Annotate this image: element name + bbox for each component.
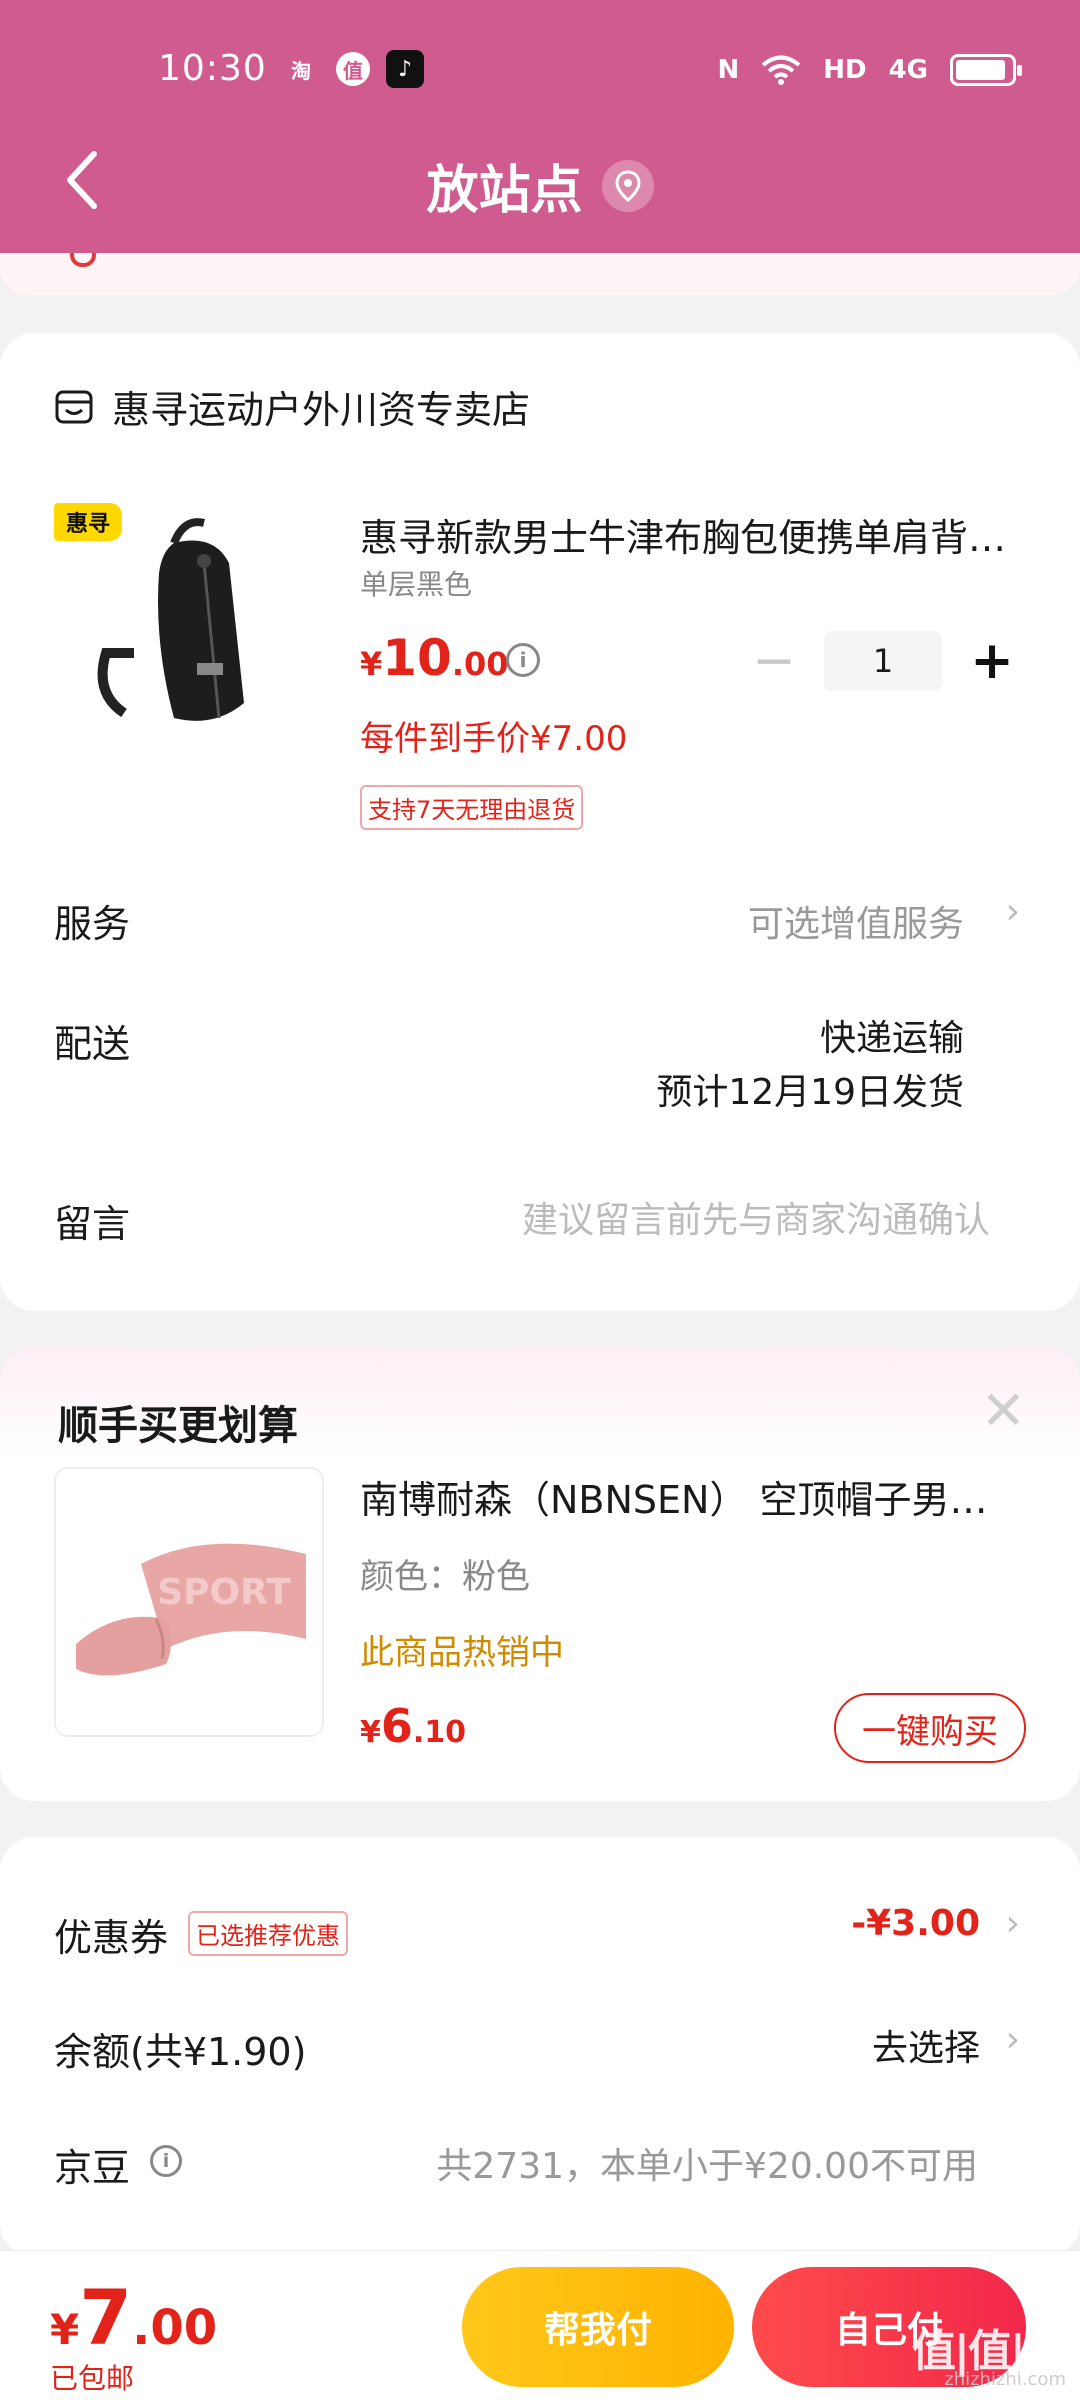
zhi-app-icon: 值 [336,52,370,86]
cross-sell-title: 顺手买更划算 [58,1403,298,1449]
battery-level [956,60,1005,80]
free-shipping-label: 已包邮 [50,2362,135,2395]
close-icon[interactable]: ✕ [981,1381,1026,1441]
battery-icon [950,54,1022,86]
status-bar: 10:30 淘 值 ♪ N HD 4G [0,0,1080,140]
delivery-date: 预计12月19日发货 [656,1072,964,1113]
location-pin-icon[interactable] [601,159,654,212]
store-card: 惠寻运动户外川资专卖店 惠寻 惠寻新款男士牛津布胸包便携单肩背… 单层黑色 ¥1… [0,333,1080,1311]
bottom-checkout-bar: ¥7.00 已包邮 帮我付 自己付 值|值|值 zhizhizhi.com [0,2250,1080,2400]
return-policy-tag: 支持7天无理由退货 [360,785,584,830]
cross-sell-product-title[interactable]: 南博耐森（NBNSEN） 空顶帽子男… [360,1469,1030,1524]
total-currency: ¥ [50,2305,80,2354]
one-click-buy-button[interactable]: 一键购买 [834,1693,1026,1763]
product-brand-tag: 惠寻 [54,503,123,541]
help-pay-button[interactable]: 帮我付 [462,2267,734,2387]
quantity-value[interactable]: 1 [824,631,942,691]
watermark-url: zhizhizhi.com [944,2369,1066,2390]
product-image[interactable] [54,503,308,757]
price-decimal: .00 [451,645,509,683]
product-price: ¥10.00 [360,629,509,687]
price-currency: ¥ [360,645,383,683]
note-label: 留言 [54,1202,131,1246]
quantity-plus-button[interactable]: + [962,635,1022,687]
hd-icon: HD [823,55,867,85]
quantity-minus-button[interactable]: − [744,635,804,687]
order-total: ¥7.00 [50,2273,217,2362]
cross-price-integer: 6 [380,1699,413,1753]
balance-chevron-icon[interactable]: › [1006,2019,1020,2060]
service-value[interactable]: 可选增值服务 [748,895,964,947]
cap-print-text: SPORT [157,1572,291,1613]
payment-card: 优惠券 已选推荐优惠 -¥3.00 › 余额(共¥1.90) 去选择 › 京豆 … [0,1837,1080,2257]
note-input[interactable]: 建议留言前先与商家沟通确认 [522,1191,990,1243]
tiktok-app-icon: ♪ [386,50,424,88]
final-price: 每件到手价¥7.00 [360,719,628,759]
jingdou-note: 共2731，本单小于¥20.00不可用 [436,2146,978,2187]
coupon-value[interactable]: -¥3.00 [851,1903,980,1944]
title-wrap: 放站点 [0,148,1080,223]
cross-sell-product-image[interactable]: SPORT [54,1467,324,1737]
status-time: 10:30 [158,48,267,89]
price-info-icon[interactable]: i [506,643,540,677]
cross-price-decimal: .10 [412,1715,467,1750]
address-mark-icon [70,253,96,267]
delivery-label: 配送 [54,1022,131,1066]
balance-label: 余额(共¥1.90) [54,2030,307,2074]
jingdou-info-icon[interactable]: i [150,2145,182,2177]
store-icon [55,390,93,423]
service-chevron-icon[interactable]: › [1006,891,1020,932]
cross-price-currency: ¥ [360,1715,381,1750]
product-title[interactable]: 惠寻新款男士牛津布胸包便携单肩背… [360,507,1020,562]
coupon-label: 优惠券 [54,1916,169,1960]
store-header[interactable]: 惠寻运动户外川资专卖店 [54,379,530,434]
taobao-app-icon: 淘 [291,58,311,83]
delivery-method[interactable]: 快递运输 [820,1009,964,1061]
coupon-chevron-icon[interactable]: › [1006,1903,1020,1944]
wifi-icon [761,55,801,85]
system-icons: N HD 4G [717,50,1022,90]
cross-sell-hot-label: 此商品热销中 [360,1633,564,1673]
jingdou-label: 京豆 [54,2146,131,2190]
address-card-edge[interactable] [0,253,1080,295]
balance-select-link[interactable]: 去选择 [872,2019,980,2071]
price-integer: 10 [382,629,452,687]
total-integer: 7 [79,2273,133,2362]
cross-sell-spec: 颜色：粉色 [360,1557,530,1597]
quantity-stepper: − 1 + [744,631,1022,691]
store-name: 惠寻运动户外川资专卖店 [112,388,531,432]
total-decimal: .00 [132,2300,218,2356]
coupon-recommended-tag: 已选推荐优惠 [188,1911,348,1956]
product-spec[interactable]: 单层黑色 [360,563,472,603]
nfc-icon: N [717,55,740,85]
signal-4g-icon: 4G [888,55,928,85]
page-title: 放站点 [426,161,583,221]
header-bar: 10:30 淘 值 ♪ N HD 4G 放站点 [0,0,1080,253]
service-label: 服务 [54,902,131,946]
cross-sell-card: 顺手买更划算 ✕ SPORT 南博耐森（NBNSEN） 空顶帽子男… 颜色：粉色… [0,1347,1080,1801]
cross-sell-price: ¥6.10 [360,1699,466,1753]
